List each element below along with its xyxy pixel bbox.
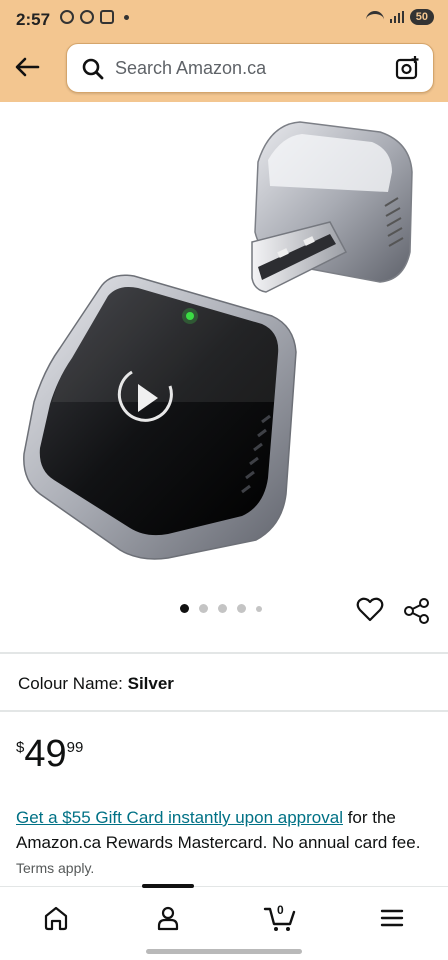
nav-cart[interactable]: 0 bbox=[260, 901, 300, 935]
home-icon bbox=[44, 906, 68, 931]
nav-home[interactable] bbox=[36, 901, 76, 935]
header-bar: 2:57 50 bbox=[0, 0, 448, 102]
price: $ 49 99 bbox=[16, 734, 83, 774]
pagination-dot[interactable] bbox=[237, 604, 246, 613]
credit-card-promo: Get a $55 Gift Card instantly upon appro… bbox=[16, 805, 436, 881]
pagination-dot[interactable] bbox=[218, 604, 227, 613]
pagination-dot[interactable] bbox=[180, 604, 189, 613]
colour-value: Silver bbox=[127, 674, 174, 693]
wifi-icon bbox=[365, 11, 384, 23]
terms-link[interactable]: Terms apply. bbox=[16, 860, 94, 876]
active-tab-indicator bbox=[142, 884, 194, 888]
colour-label: Colour Name: bbox=[18, 674, 123, 693]
divider bbox=[0, 652, 448, 654]
search-icon[interactable] bbox=[81, 57, 105, 81]
heart-icon bbox=[356, 597, 384, 622]
status-bar: 2:57 50 bbox=[0, 0, 448, 40]
pagination-dot[interactable] bbox=[199, 604, 208, 613]
search-bar[interactable] bbox=[66, 43, 434, 93]
wishlist-button[interactable] bbox=[356, 597, 384, 628]
pagination-dot[interactable] bbox=[256, 605, 262, 612]
product-image[interactable] bbox=[0, 102, 448, 592]
nav-menu[interactable] bbox=[372, 901, 412, 935]
person-icon bbox=[157, 906, 179, 931]
product-image-illustration bbox=[23, 121, 413, 560]
gift-card-offer-link[interactable]: Get a $55 Gift Card instantly upon appro… bbox=[16, 808, 343, 827]
signal-icon bbox=[389, 11, 404, 23]
sync-icon bbox=[80, 10, 94, 24]
image-pagination bbox=[180, 604, 262, 613]
system-home-indicator[interactable] bbox=[146, 949, 302, 954]
back-arrow-icon bbox=[15, 57, 40, 77]
camera-search-icon[interactable] bbox=[395, 55, 421, 81]
usb-adapter bbox=[251, 121, 413, 293]
price-fraction: 99 bbox=[66, 739, 84, 756]
cart-count: 0 bbox=[277, 903, 284, 917]
search-input[interactable] bbox=[115, 44, 385, 92]
app-notification-icon bbox=[100, 10, 114, 24]
page: 2:57 50 Search Amazon.ca Colour Name: Si… bbox=[0, 0, 448, 960]
battery-icon: 50 bbox=[409, 9, 434, 25]
share-button[interactable] bbox=[403, 597, 431, 630]
colour-selection: Colour Name: Silver bbox=[18, 674, 174, 694]
main-device bbox=[23, 274, 297, 560]
nav-account[interactable] bbox=[148, 901, 188, 935]
share-icon bbox=[404, 598, 429, 624]
back-button[interactable] bbox=[10, 50, 44, 84]
menu-icon bbox=[380, 909, 404, 927]
price-whole: 49 bbox=[24, 733, 67, 775]
divider bbox=[0, 710, 448, 712]
notification-icon bbox=[60, 10, 74, 24]
status-time: 2:57 bbox=[16, 10, 51, 29]
price-currency: $ bbox=[16, 739, 25, 756]
more-notifications-dot bbox=[124, 14, 129, 20]
